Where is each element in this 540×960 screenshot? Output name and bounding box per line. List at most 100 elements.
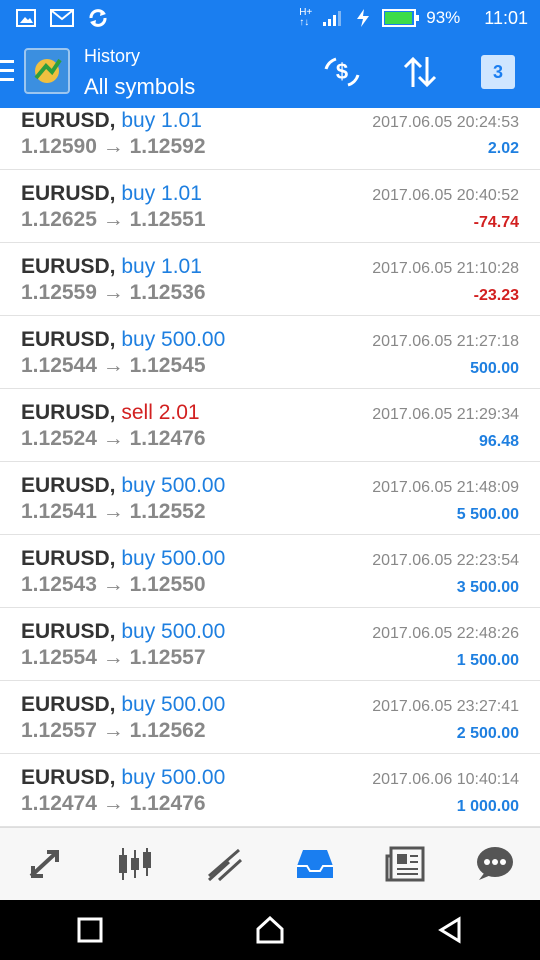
trade-header: EURUSD, buy 1.01	[21, 182, 202, 206]
history-list[interactable]: EURUSD, buy 1.01 1.12590 → 1.12592 2017.06…	[0, 108, 540, 827]
menu-icon[interactable]	[0, 60, 16, 82]
trade-type: buy 1.01	[115, 182, 202, 205]
trade-row[interactable]: EURUSD, buy 1.01 1.12590 → 1.12592 2017.06…	[0, 108, 540, 170]
charging-icon	[357, 9, 370, 27]
trade-prices: 1.12625 → 1.12551	[21, 208, 206, 232]
trade-row[interactable]: EURUSD, buy 1.01 1.12559 → 1.12536 2017.06…	[0, 243, 540, 316]
trade-row[interactable]: EURUSD, sell 2.01 1.12524 → 1.12476 2017.0…	[0, 389, 540, 462]
trade-header: EURUSD, buy 1.01	[21, 255, 202, 279]
calendar-day: 3	[492, 61, 503, 82]
close-price: 1.12536	[129, 281, 206, 304]
close-price: 1.12476	[129, 792, 206, 815]
trade-symbol: EURUSD,	[21, 109, 116, 132]
trade-time: 2017.06.05 20:24:53	[372, 114, 519, 131]
trade-type: buy 1.01	[115, 109, 202, 132]
trade-profit: 1 000.00	[456, 798, 519, 815]
trade-profit: -74.74	[473, 214, 519, 231]
trade-time: 2017.06.05 21:10:28	[372, 260, 519, 277]
currency-exchange-icon[interactable]: $	[322, 52, 362, 92]
trade-time: 2017.06.05 20:40:52	[372, 187, 519, 204]
arrow-right-icon: →	[96, 792, 130, 815]
trade-prices: 1.12524 → 1.12476	[21, 427, 206, 451]
close-price: 1.12545	[129, 354, 206, 377]
trade-symbol: EURUSD,	[21, 693, 116, 716]
trade-profit: 5 500.00	[456, 506, 519, 523]
trade-symbol: EURUSD,	[21, 401, 116, 424]
trade-row[interactable]: EURUSD, buy 500.00 1.12474 → 1.12476 2017.…	[0, 754, 540, 827]
trade-type: buy 500.00	[115, 693, 226, 716]
back-icon[interactable]	[430, 910, 470, 950]
trade-prices: 1.12557 → 1.12562	[21, 719, 206, 743]
trade-profit: 2 500.00	[456, 725, 519, 742]
signal-icon	[323, 11, 342, 26]
open-price: 1.12524	[21, 427, 97, 450]
open-price: 1.12557	[21, 719, 97, 742]
quotes-icon[interactable]	[15, 834, 75, 894]
trade-header: EURUSD, sell 2.01	[21, 401, 200, 425]
open-price: 1.12625	[21, 208, 97, 231]
trade-symbol: EURUSD,	[21, 182, 116, 205]
trade-row[interactable]: EURUSD, buy 500.00 1.12557 → 1.12562 2017.…	[0, 681, 540, 754]
history-inbox-icon[interactable]	[285, 834, 345, 894]
arrow-right-icon: →	[96, 135, 130, 158]
trade-type: buy 500.00	[115, 474, 226, 497]
trade-row[interactable]: EURUSD, buy 500.00 1.12541 → 1.12552 2017.…	[0, 462, 540, 535]
trade-profit: -23.23	[473, 287, 519, 304]
trade-time: 2017.06.06 10:40:14	[372, 771, 519, 788]
recent-apps-icon[interactable]	[70, 910, 110, 950]
trade-row[interactable]: EURUSD, buy 500.00 1.12544 → 1.12545 2017.…	[0, 316, 540, 389]
trade-type: buy 500.00	[115, 328, 226, 351]
symbol-filter[interactable]: All symbols	[84, 74, 195, 100]
trade-icon[interactable]	[195, 834, 255, 894]
sort-icon[interactable]	[400, 52, 440, 92]
trade-time: 2017.06.05 21:27:18	[372, 333, 519, 350]
trade-row[interactable]: EURUSD, buy 1.01 1.12625 → 1.12551 2017.06…	[0, 170, 540, 243]
open-price: 1.12474	[21, 792, 97, 815]
trade-row[interactable]: EURUSD, buy 500.00 1.12543 → 1.12550 2017.…	[0, 535, 540, 608]
chat-icon[interactable]	[465, 834, 525, 894]
trade-header: EURUSD, buy 500.00	[21, 693, 225, 717]
trade-header: EURUSD, buy 500.00	[21, 547, 225, 571]
arrow-right-icon: →	[96, 427, 130, 450]
trade-row[interactable]: EURUSD, buy 500.00 1.12554 → 1.12557 2017.…	[0, 608, 540, 681]
open-price: 1.12559	[21, 281, 97, 304]
trade-profit: 500.00	[470, 360, 519, 377]
network-type-icon: H+ ↑↓	[299, 7, 313, 28]
app-logo[interactable]	[24, 48, 70, 94]
news-icon[interactable]	[375, 834, 435, 894]
close-price: 1.12551	[129, 208, 206, 231]
bottom-navigation	[0, 827, 540, 900]
trade-type: buy 1.01	[115, 255, 202, 278]
trade-profit: 2.02	[487, 140, 519, 157]
gallery-icon	[14, 6, 38, 30]
app-bar: History All symbols $ 3	[0, 36, 540, 108]
arrow-right-icon: →	[96, 281, 130, 304]
arrow-right-icon: →	[96, 573, 130, 596]
battery-level: 93%	[426, 8, 461, 27]
trade-prices: 1.12541 → 1.12552	[21, 500, 206, 524]
trade-header: EURUSD, buy 500.00	[21, 620, 225, 644]
trade-header: EURUSD, buy 500.00	[21, 474, 225, 498]
trade-symbol: EURUSD,	[21, 474, 116, 497]
open-price: 1.12554	[21, 646, 97, 669]
sync-icon	[86, 6, 110, 30]
close-price: 1.12550	[129, 573, 206, 596]
chart-candles-icon[interactable]	[105, 834, 165, 894]
arrow-right-icon: →	[96, 208, 130, 231]
status-bar: H+ ↑↓ 93% 11:01	[0, 0, 540, 36]
trade-prices: 1.12590 → 1.12592	[21, 135, 206, 159]
svg-text:$: $	[336, 59, 348, 84]
arrow-right-icon: →	[96, 646, 130, 669]
calendar-icon[interactable]: 3	[478, 52, 518, 92]
trade-header: EURUSD, buy 500.00	[21, 766, 225, 790]
close-price: 1.12592	[129, 135, 206, 158]
trade-symbol: EURUSD,	[21, 328, 116, 351]
trade-type: buy 500.00	[115, 620, 226, 643]
trade-prices: 1.12554 → 1.12557	[21, 646, 206, 670]
home-icon[interactable]	[250, 910, 290, 950]
trade-time: 2017.06.05 21:29:34	[372, 406, 519, 423]
open-price: 1.12544	[21, 354, 97, 377]
trade-header: EURUSD, buy 500.00	[21, 328, 225, 352]
close-price: 1.12557	[129, 646, 206, 669]
trade-header: EURUSD, buy 1.01	[21, 109, 202, 133]
